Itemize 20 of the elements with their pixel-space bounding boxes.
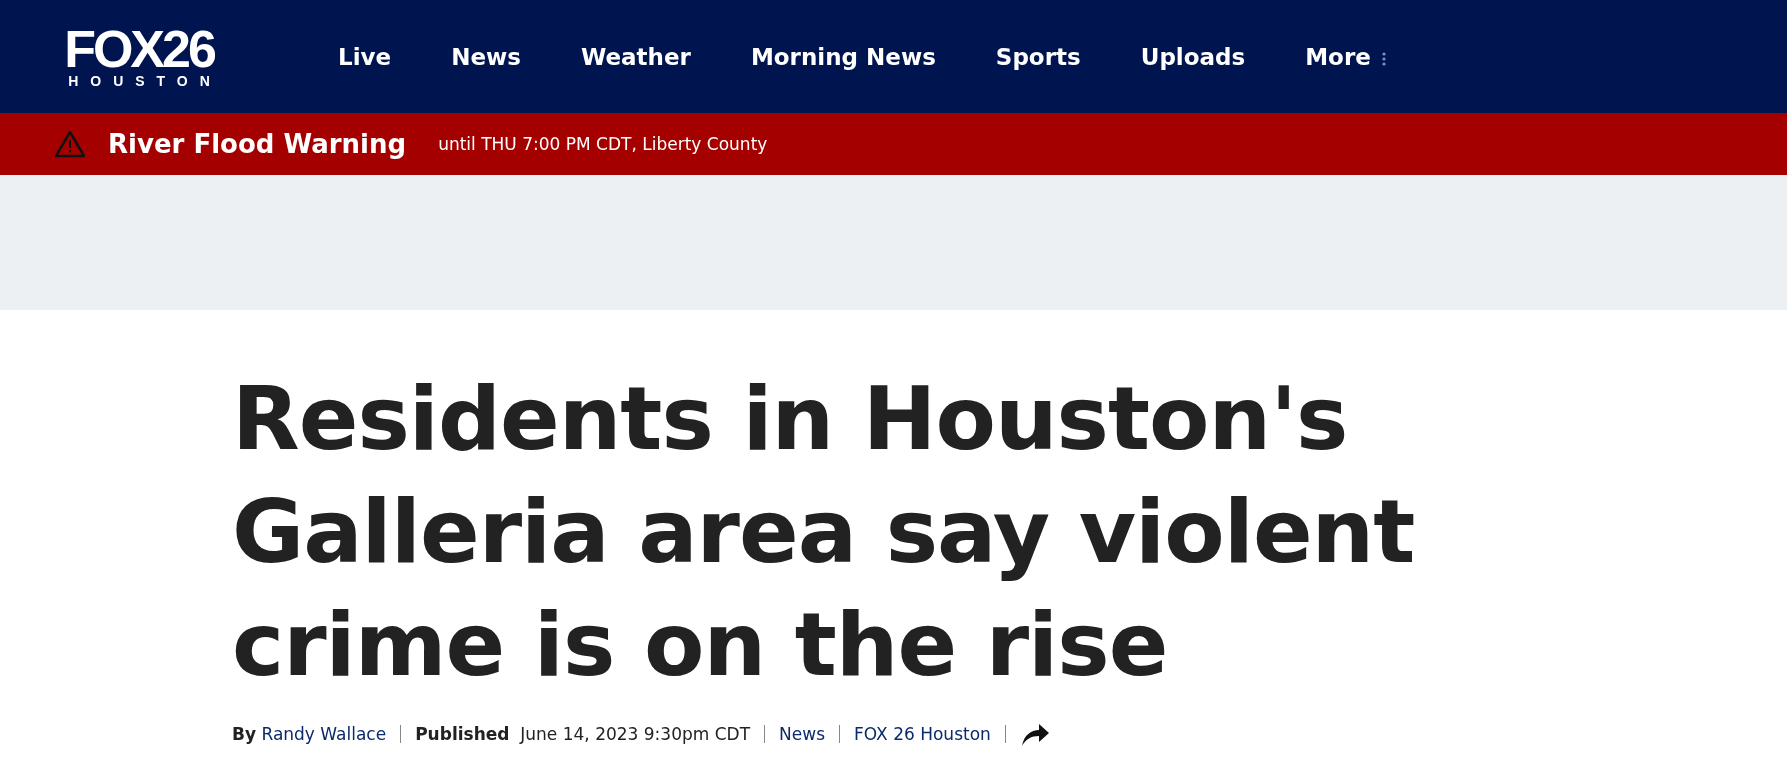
author-byline: By Randy Wallace [232,724,387,744]
alert-title: River Flood Warning [108,129,407,159]
published-date: Published June 14, 2023 9:30pm CDT [415,724,751,744]
more-icon [1380,50,1387,67]
nav-link[interactable]: Weather [580,43,691,70]
share-icon[interactable] [1019,721,1050,747]
warning-icon [54,130,86,158]
nav-link[interactable]: Morning News [750,43,936,70]
article-headline: Residents in Houston's Galleria area say violent crime is on the rise [232,366,1416,698]
nav-link[interactable]: Sports [995,43,1081,70]
alert-banner[interactable]: River Flood Warning until THU 7:00 PM CDT, Liberty County [0,113,1787,175]
nav-link[interactable]: More [1305,43,1387,70]
nav-link[interactable]: News [451,43,521,70]
author-link[interactable]: Randy Wallace [261,724,387,744]
category-link[interactable]: News [779,724,826,744]
nav-link[interactable]: Uploads [1140,43,1246,70]
alert-detail: until THU 7:00 PM CDT, Liberty County [438,134,768,154]
nav-link[interactable]: Live [338,43,392,70]
source-link[interactable]: FOX 26 Houston [854,724,991,744]
site-logo[interactable]: FOX26 HOUSTON [50,24,228,89]
